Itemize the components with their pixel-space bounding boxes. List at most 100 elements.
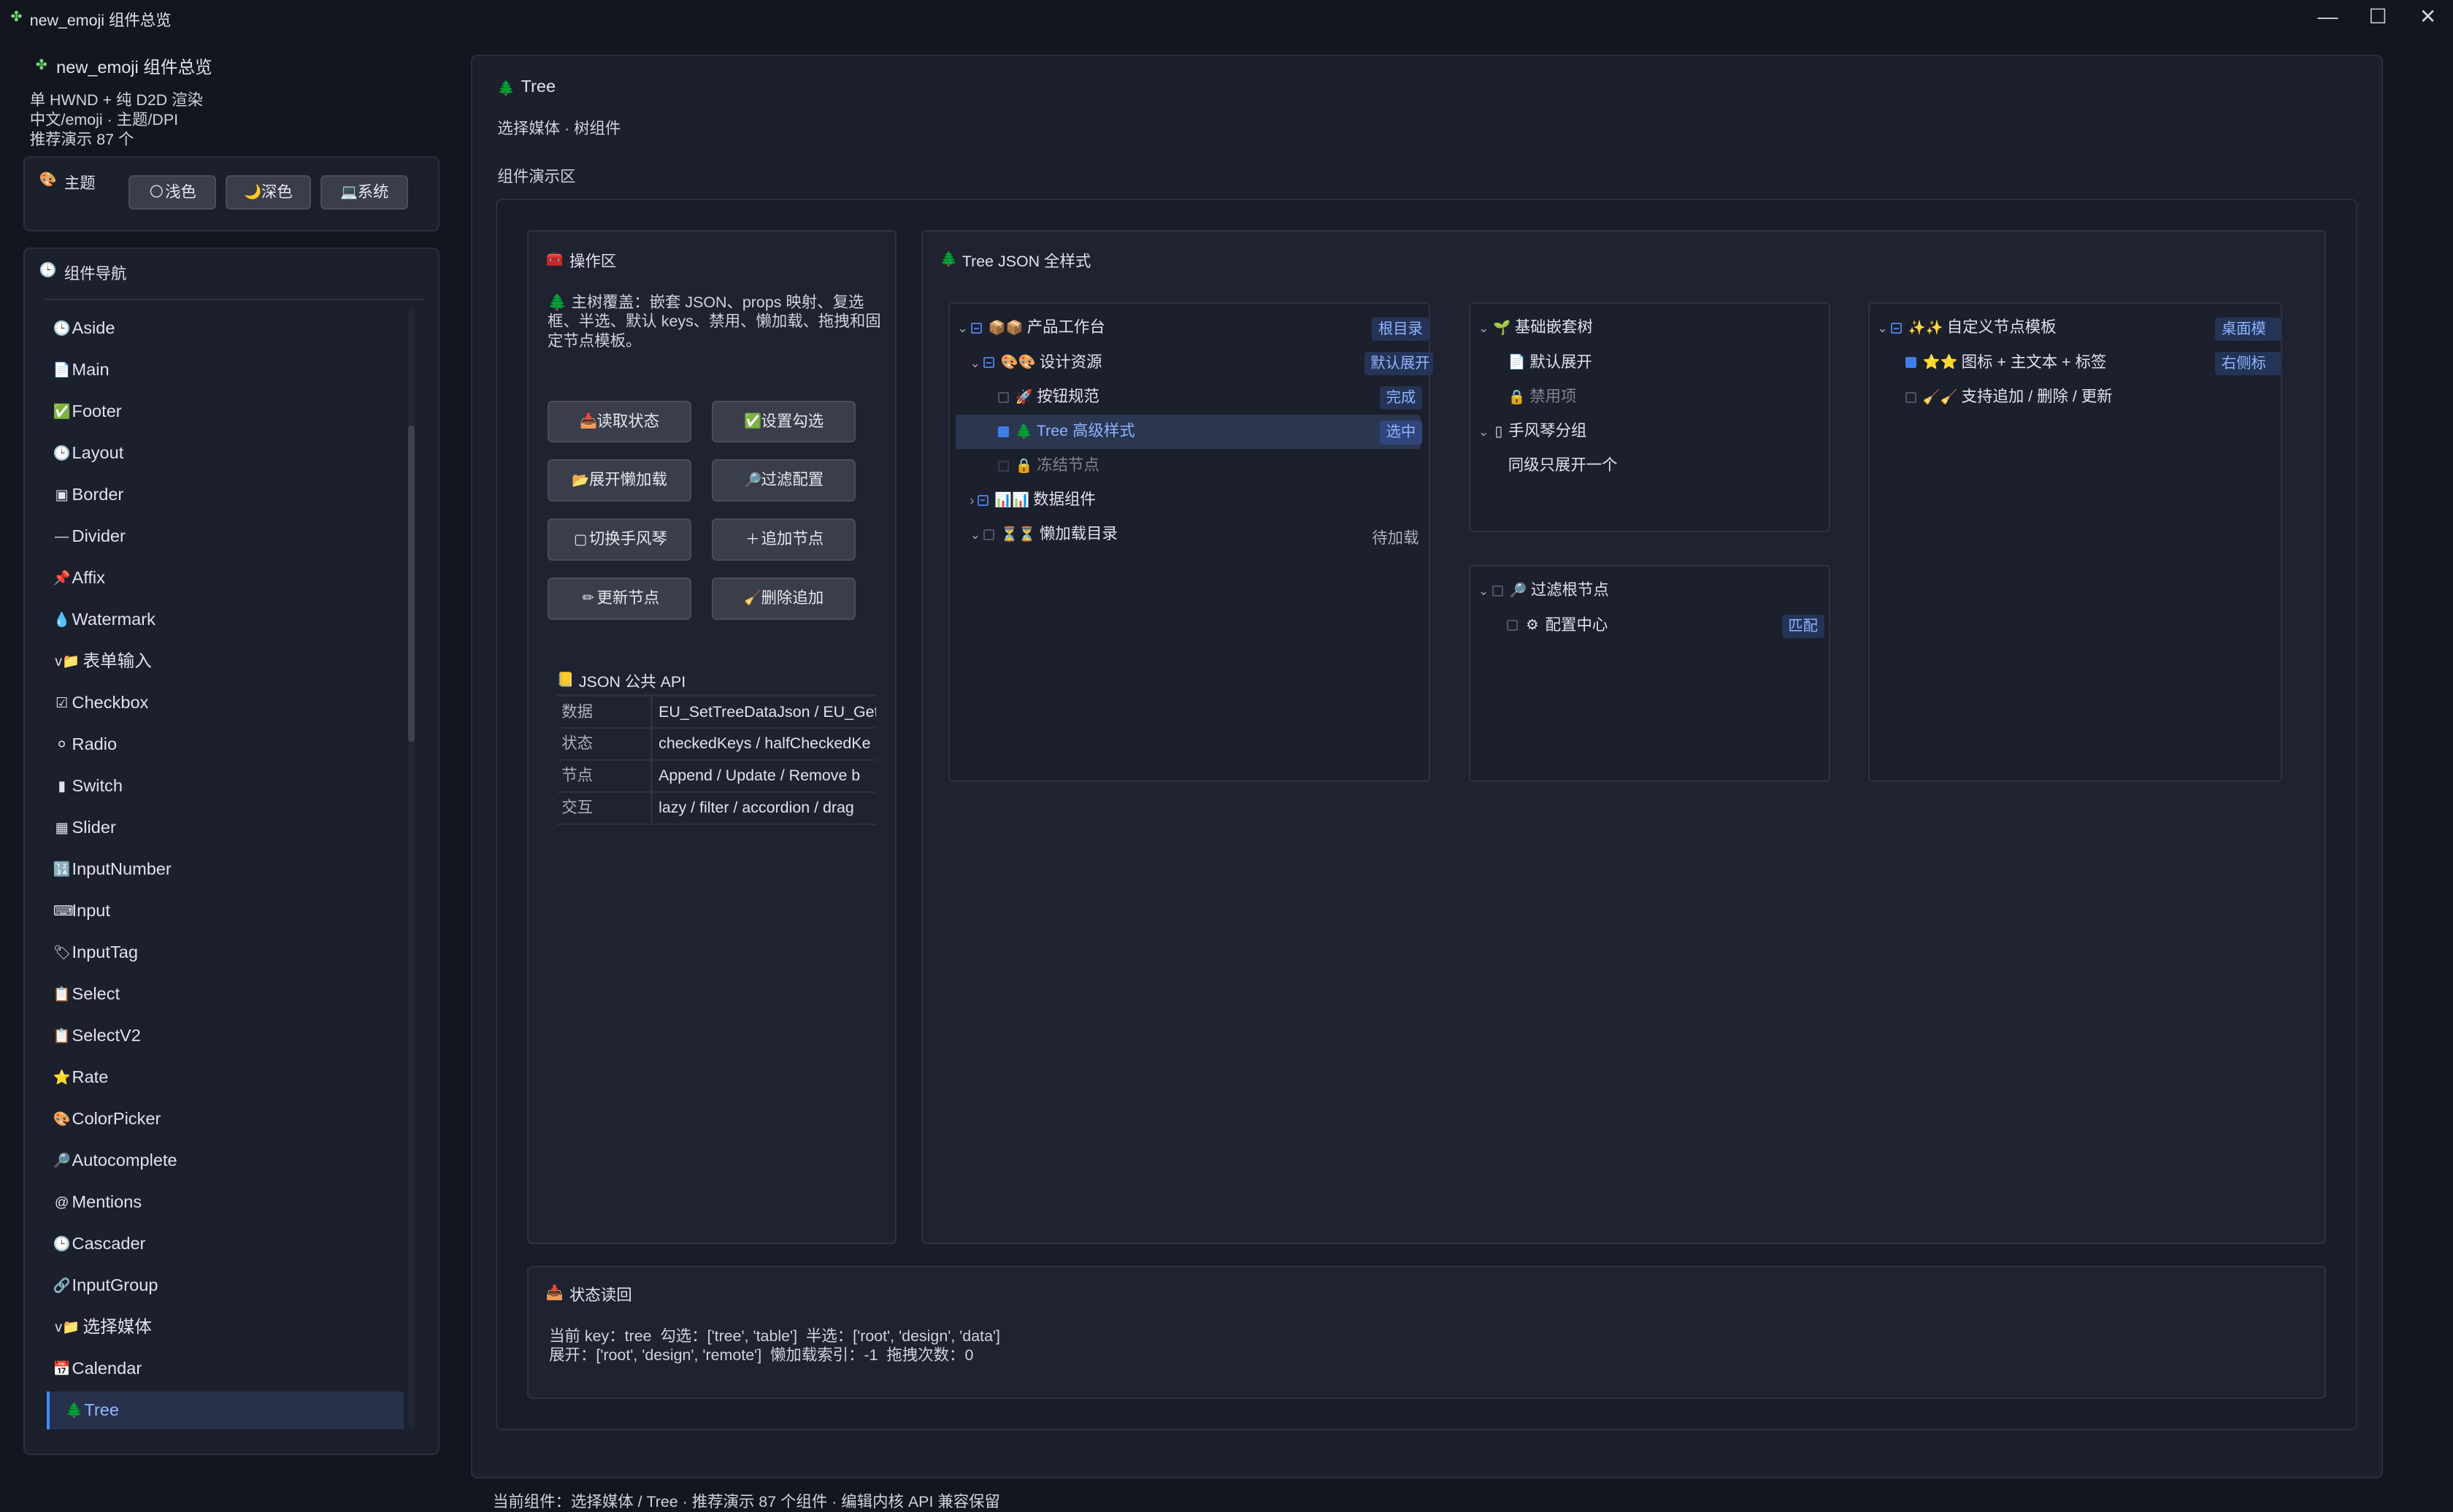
- button-label: 过滤配置: [761, 471, 824, 489]
- sidebar-item-calendar[interactable]: 📅 Calendar: [53, 1350, 404, 1387]
- tree-node-design[interactable]: ⌄ 🎨🎨 设计资源: [970, 346, 1102, 379]
- button-label: 深色: [261, 183, 293, 201]
- filter-config-button[interactable]: 🔎过滤配置: [711, 459, 856, 502]
- checked-checkbox[interactable]: [998, 426, 1010, 437]
- sidebar-item-label: Rate: [72, 1067, 109, 1087]
- half-checkbox[interactable]: [983, 357, 995, 369]
- chevron-down-icon[interactable]: ⌄: [970, 527, 980, 542]
- chevron-down-icon[interactable]: ⌄: [957, 321, 967, 335]
- half-checkbox[interactable]: [1891, 323, 1903, 334]
- tree-node-crud[interactable]: 🧹🧹 支持追加 / 删除 / 更新: [1903, 380, 2113, 413]
- sidebar-item-label: Watermark: [72, 610, 156, 629]
- tree-node-default-expand[interactable]: 📄 默认展开: [1508, 346, 1592, 379]
- sidebar-item-label: Switch: [72, 776, 123, 796]
- button-label: 更新节点: [596, 588, 660, 607]
- sidebar-item-input[interactable]: ⌨Input: [53, 892, 404, 929]
- lock-icon: 🔒: [1015, 458, 1033, 474]
- sidebar-item-main[interactable]: 📄 Main: [53, 351, 404, 388]
- api-key: 交互: [561, 799, 594, 817]
- sidebar-item-aside[interactable]: 🕒 Aside: [53, 310, 404, 347]
- tree-node-filter-root[interactable]: ⌄ 🔎 过滤根节点: [1478, 574, 1609, 607]
- tree-node-basic-root[interactable]: ⌄ 🌱 基础嵌套树: [1478, 311, 1593, 344]
- tree-node-custom-root[interactable]: ⌄ ✨✨ 自定义节点模板: [1877, 311, 2056, 344]
- chart-icon: 📊📊: [994, 492, 1030, 508]
- sidebar-item-divider[interactable]: — Divider: [53, 518, 404, 555]
- theme-dark-button[interactable]: 🌙深色: [225, 175, 312, 210]
- sidebar-item-label: Select: [72, 984, 120, 1004]
- sidebar-item-colorpicker[interactable]: 🎨 ColorPicker: [53, 1100, 404, 1137]
- append-node-button[interactable]: ＋追加节点: [711, 518, 856, 561]
- sidebar-item-border[interactable]: ▣ Border: [53, 476, 404, 513]
- sidebar-item-cascader[interactable]: 🕒 Cascader: [53, 1225, 404, 1262]
- checkbox[interactable]: [983, 529, 995, 541]
- checked-checkbox[interactable]: [1905, 357, 1916, 369]
- toolbox-icon: 🧰: [545, 251, 564, 267]
- nav-icon: 🔗: [53, 1278, 71, 1294]
- tree-node-accordion-child[interactable]: 同级只展开一个: [1508, 449, 1618, 482]
- nav-scrollbar-thumb[interactable]: [408, 425, 415, 742]
- chevron-down-icon[interactable]: ⌄: [1478, 424, 1489, 439]
- sidebar-item-rate[interactable]: ⭐ Rate: [53, 1059, 404, 1096]
- sidebar-item-select[interactable]: 📋 Select: [53, 975, 404, 1013]
- tree-node-accordion[interactable]: ⌄ ▯ 手风琴分组: [1478, 415, 1586, 448]
- sidebar-item-selectv2[interactable]: 📋 SelectV2: [53, 1017, 404, 1054]
- sidebar-item-autocomplete[interactable]: 🔎 Autocomplete: [53, 1142, 404, 1179]
- sidebar-item-radio[interactable]: ⚪ Radio: [53, 726, 404, 763]
- sidebar-item-layout[interactable]: 🕒 Layout: [53, 434, 404, 472]
- sidebar-item-label: Input: [72, 901, 110, 921]
- palette-icon: 🎨: [39, 172, 57, 188]
- sidebar-item-选择媒体[interactable]: v📁 选择媒体: [53, 1308, 404, 1346]
- chevron-down-icon[interactable]: ⌄: [1478, 583, 1489, 598]
- half-checkbox[interactable]: [977, 494, 989, 506]
- theme-light-button[interactable]: 🌕 浅色: [128, 175, 216, 210]
- sidebar-item-switch[interactable]: ▮ Switch: [53, 767, 404, 805]
- update-node-button[interactable]: ✏ 更新节点: [548, 577, 692, 620]
- sidebar-item-表单输入[interactable]: v📁 表单输入: [53, 642, 404, 680]
- half-checkbox[interactable]: [971, 323, 983, 334]
- nav-scrollbar[interactable]: [408, 308, 415, 1429]
- expand-lazy-button[interactable]: 📂展开懒加载: [548, 459, 692, 502]
- tree-node-data[interactable]: › 📊📊 数据组件: [970, 483, 1096, 516]
- checkbox[interactable]: [1905, 391, 1916, 403]
- delete-append-button[interactable]: 🧹删除追加: [711, 577, 856, 620]
- tree-node-tree-style[interactable]: 🌲 Tree 高级样式: [995, 415, 1135, 448]
- maximize-button[interactable]: ☐: [2364, 3, 2392, 31]
- seedling-icon: 🌱: [1493, 321, 1511, 337]
- sidebar-item-footer[interactable]: ✅ Footer: [53, 393, 404, 430]
- node-label: 同级只展开一个: [1508, 456, 1618, 474]
- close-button[interactable]: ✕: [2414, 3, 2442, 31]
- tree-node-lazy[interactable]: ⌄ ⏳⏳ 懒加载目录: [970, 518, 1118, 550]
- chevron-down-icon[interactable]: ⌄: [1478, 321, 1489, 335]
- tree-node-template[interactable]: ⭐⭐ 图标 + 主文本 + 标签: [1903, 346, 2106, 379]
- sidebar-item-inputgroup[interactable]: 🔗 InputGroup: [53, 1267, 404, 1304]
- nav-icon: v📁: [55, 654, 80, 670]
- sidebar-item-watermark[interactable]: 💧 Watermark: [53, 601, 404, 638]
- node-tag: 右侧标签: [2215, 352, 2281, 376]
- sidebar-item-inputnumber[interactable]: 🔢 InputNumber: [53, 851, 404, 888]
- checkbox[interactable]: [1506, 620, 1518, 632]
- sidebar-item-inputtag[interactable]: 🏷InputTag: [53, 934, 404, 971]
- checkbox[interactable]: [998, 391, 1010, 403]
- tree-node-button-spec[interactable]: 🚀 按钮规范: [995, 380, 1099, 413]
- chevron-right-icon[interactable]: ›: [970, 493, 975, 507]
- chevron-down-icon[interactable]: ⌄: [1877, 321, 1887, 335]
- lock-icon: 🔒: [1508, 389, 1526, 405]
- set-checked-button[interactable]: ✅设置勾选: [711, 400, 856, 443]
- chevron-down-icon[interactable]: ⌄: [970, 356, 980, 370]
- tree-node-root[interactable]: ⌄ 📦📦 产品工作台: [957, 311, 1105, 344]
- minimize-button[interactable]: —: [2314, 3, 2342, 31]
- sidebar-item-label: Tree: [84, 1400, 119, 1420]
- theme-system-button[interactable]: 💻系统: [320, 175, 409, 210]
- toggle-accordion-button[interactable]: ▢ 切换手风琴: [548, 518, 692, 561]
- page-subtitle: 选择媒体 · 树组件: [497, 119, 621, 137]
- sidebar-item-affix[interactable]: 📌 Affix: [53, 559, 404, 596]
- sidebar-item-checkbox[interactable]: ☑ Checkbox: [53, 684, 404, 721]
- tree-node-config[interactable]: ⚙ 配置中心: [1503, 609, 1608, 642]
- sidebar-item-tree[interactable]: 🌲 Tree: [47, 1392, 404, 1430]
- sidebar-item-mentions[interactable]: @ Mentions: [53, 1183, 404, 1221]
- read-state-button[interactable]: 📥读取状态: [548, 400, 692, 443]
- checkbox[interactable]: [1492, 586, 1503, 597]
- sidebar-item-slider[interactable]: ▦ Slider: [53, 809, 404, 846]
- tree-icon: 🌲: [497, 81, 515, 97]
- node-label: Tree 高级样式: [1036, 421, 1135, 440]
